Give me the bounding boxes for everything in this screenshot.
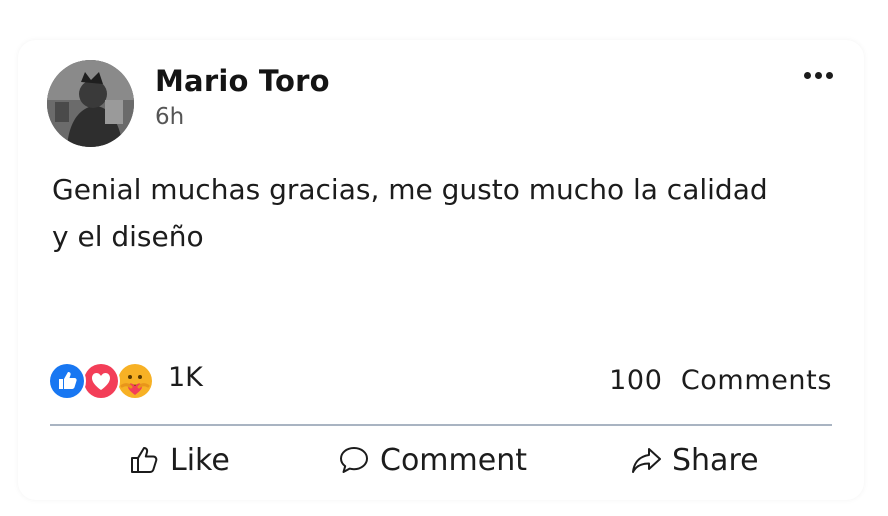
share-icon (632, 448, 661, 473)
post-text: Genial muchas gracias, me gusto mucho la… (52, 173, 768, 253)
share-button[interactable]: Share (630, 438, 759, 482)
like-icon (48, 362, 86, 400)
thumbs-up-icon (131, 447, 158, 473)
avatar-image (47, 60, 134, 147)
comment-icon (340, 447, 368, 473)
divider (50, 424, 832, 426)
comments-count[interactable]: 100 Comments (609, 365, 832, 396)
care-icon (116, 362, 154, 400)
reaction-icons[interactable] (48, 362, 168, 400)
love-icon (82, 362, 120, 400)
author-name[interactable]: Mario Toro (155, 64, 330, 98)
like-button[interactable]: Like (128, 438, 230, 482)
like-label: Like (170, 442, 230, 478)
avatar[interactable] (47, 60, 134, 147)
reactions-count[interactable]: 1K (168, 362, 203, 393)
comment-button[interactable]: Comment (338, 438, 527, 482)
more-options-icon[interactable] (802, 68, 836, 84)
share-label: Share (672, 442, 759, 478)
post-card: Mario Toro 6h Genial muchas gracias, me … (18, 40, 864, 500)
post-timestamp[interactable]: 6h (155, 104, 184, 130)
comment-label: Comment (380, 442, 527, 478)
